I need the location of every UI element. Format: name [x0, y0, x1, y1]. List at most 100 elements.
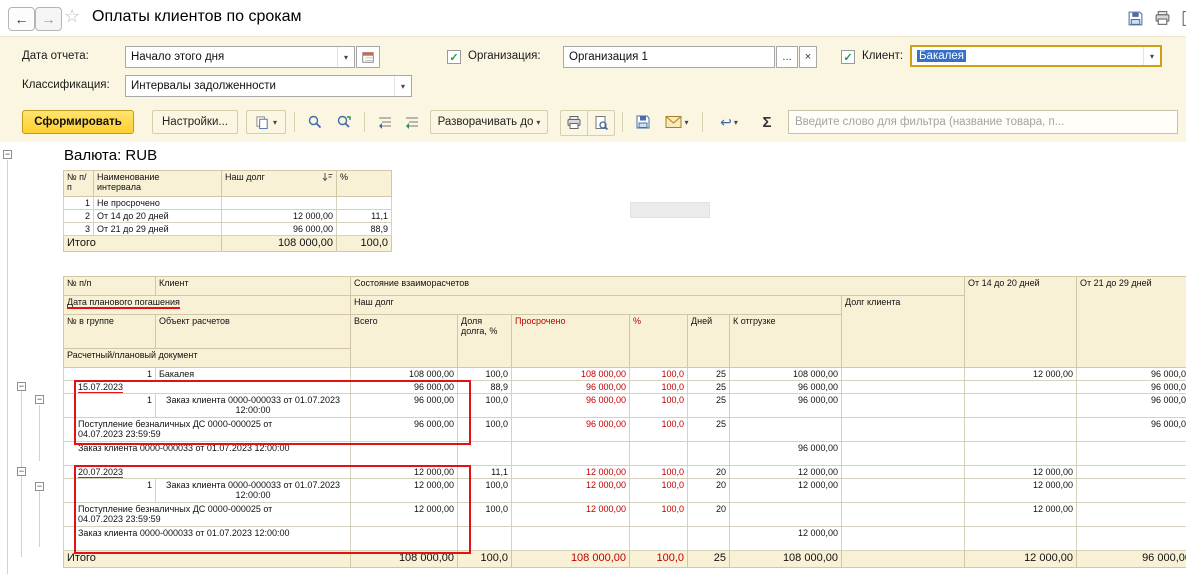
collapse-group2-detail-button[interactable]: − [35, 482, 44, 491]
cell-overdue-pct[interactable] [630, 442, 688, 466]
cell-total-label[interactable]: Итого [64, 551, 351, 568]
cell-int1[interactable]: 12 000,00 [965, 551, 1077, 568]
cell-total[interactable]: 108 000,00 [351, 551, 458, 568]
cell-client-debt[interactable] [842, 527, 965, 551]
hdr-num[interactable]: № п/п [64, 277, 156, 296]
calendar-button[interactable] [356, 46, 380, 68]
classification-dropdown-button[interactable]: ▾ [394, 76, 411, 96]
cell-total[interactable]: 96 000,00 [351, 394, 458, 418]
cell-days[interactable]: 20 [688, 479, 730, 503]
cell-num[interactable]: 3 [64, 223, 94, 236]
expand-to-button[interactable]: Разворачивать до ▾ [430, 110, 548, 134]
cell-total[interactable]: 12 000,00 [351, 479, 458, 503]
cell-overdue[interactable]: 96 000,00 [512, 418, 630, 442]
save-result-button[interactable] [630, 110, 656, 134]
hdr-object[interactable]: Объект расчетов [156, 315, 351, 349]
cell-int1[interactable]: 12 000,00 [965, 466, 1077, 479]
cell-overdue-pct[interactable]: 100,0 [630, 368, 688, 381]
collapse-group1-detail-button[interactable]: − [35, 395, 44, 404]
cell-to-ship[interactable]: 12 000,00 [730, 527, 842, 551]
send-email-button[interactable]: ▾ [658, 110, 696, 134]
cell-client-debt[interactable] [842, 442, 965, 466]
hdr-num[interactable]: № п/п [64, 171, 94, 197]
cell-overdue-pct[interactable]: 100,0 [630, 551, 688, 568]
cell-interval[interactable]: От 21 до 29 дней [94, 223, 222, 236]
cell-overdue-pct[interactable]: 100,0 [630, 503, 688, 527]
cell-date[interactable]: 15.07.2023 [64, 381, 351, 394]
cell-debt[interactable] [222, 197, 337, 210]
cell-share[interactable] [458, 442, 512, 466]
cell-int1[interactable]: 12 000,00 [965, 503, 1077, 527]
cell-share[interactable]: 100,0 [458, 368, 512, 381]
cell-to-ship[interactable]: 96 000,00 [730, 394, 842, 418]
collapse-report-button[interactable]: − [3, 150, 12, 159]
cell-total[interactable]: 12 000,00 [351, 503, 458, 527]
cell-to-ship[interactable]: 12 000,00 [730, 479, 842, 503]
cell-days[interactable] [688, 442, 730, 466]
cell-int1[interactable] [965, 381, 1077, 394]
cell-debt[interactable]: 12 000,00 [222, 210, 337, 223]
collapse-group1-button[interactable]: − [17, 382, 26, 391]
cell-pct[interactable]: 88,9 [337, 223, 392, 236]
back-button[interactable]: ← [8, 7, 35, 31]
hdr-percent[interactable]: % [337, 171, 392, 197]
settings-button[interactable]: Настройки... [152, 110, 238, 134]
collapse-groups-button[interactable] [372, 110, 398, 134]
cell-days[interactable]: 25 [688, 381, 730, 394]
cell-debt[interactable]: 96 000,00 [222, 223, 337, 236]
hdr-total[interactable]: Всего [351, 315, 458, 368]
cell-total[interactable]: 12 000,00 [351, 466, 458, 479]
cell-int1[interactable]: 12 000,00 [965, 368, 1077, 381]
organization-checkbox[interactable]: ✓ [447, 50, 461, 64]
more-button[interactable] [1177, 7, 1186, 29]
sum-button[interactable]: Σ [754, 110, 780, 134]
cell-client-debt[interactable] [842, 368, 965, 381]
cell-total[interactable]: 96 000,00 [351, 418, 458, 442]
hdr-our-debt[interactable]: Наш долг [351, 296, 842, 315]
cell-days[interactable]: 25 [688, 418, 730, 442]
cell-total[interactable] [351, 527, 458, 551]
cell-overdue-pct[interactable] [630, 527, 688, 551]
cell-int1[interactable] [965, 394, 1077, 418]
cell-overdue[interactable]: 96 000,00 [512, 381, 630, 394]
report-variants-button[interactable]: ▾ [246, 110, 286, 134]
generate-report-button[interactable]: Сформировать [22, 110, 134, 134]
cell-client-debt[interactable] [842, 479, 965, 503]
cell-int1[interactable] [965, 418, 1077, 442]
client-field[interactable]: Бакалея ▾ [910, 45, 1162, 67]
hdr-share[interactable]: Доля долга, % [458, 315, 512, 368]
cell-int2[interactable] [1077, 479, 1186, 503]
cell-object[interactable]: Заказ клиента 0000-000033 от 01.07.2023 … [156, 394, 351, 418]
organization-field[interactable]: Организация 1 [563, 46, 775, 68]
collapse-group2-button[interactable]: − [17, 467, 26, 476]
cell-int2[interactable]: 96 000,00 [1077, 381, 1186, 394]
find-button[interactable] [302, 110, 328, 134]
hdr-planned-date[interactable]: Дата планового погашения [64, 296, 351, 315]
cell-client[interactable]: Бакалея [156, 368, 351, 381]
cell-share[interactable] [458, 527, 512, 551]
history-button[interactable]: ↩ ▾ [710, 110, 748, 134]
quick-filter-input[interactable] [788, 110, 1178, 134]
find-next-button[interactable] [330, 110, 358, 134]
cell-int1[interactable] [965, 442, 1077, 466]
cell-overdue[interactable]: 12 000,00 [512, 466, 630, 479]
hdr-client[interactable]: Клиент [156, 277, 351, 296]
hdr-num-in-group[interactable]: № в группе [64, 315, 156, 349]
cell-client-debt[interactable] [842, 466, 965, 479]
client-dropdown-button[interactable]: ▾ [1143, 47, 1160, 65]
cell-days[interactable]: 20 [688, 503, 730, 527]
cell-int2[interactable] [1077, 466, 1186, 479]
cell-overdue-pct[interactable]: 100,0 [630, 381, 688, 394]
cell-share[interactable]: 100,0 [458, 394, 512, 418]
report-date-field[interactable]: Начало этого дня ▾ [125, 46, 355, 68]
cell-share[interactable]: 100,0 [458, 418, 512, 442]
cell-num[interactable]: 1 [64, 394, 156, 418]
cell-num[interactable]: 2 [64, 210, 94, 223]
hdr-settlement-state[interactable]: Состояние взаиморасчетов [351, 277, 965, 296]
cell-overdue-pct[interactable]: 100,0 [630, 479, 688, 503]
cell-object[interactable]: Заказ клиента 0000-000033 от 01.07.2023 … [156, 479, 351, 503]
cell-total[interactable] [351, 442, 458, 466]
hdr-our-debt[interactable]: Наш долг [222, 171, 337, 197]
hdr-overdue[interactable]: Просрочено [512, 315, 630, 368]
cell-days[interactable]: 25 [688, 368, 730, 381]
